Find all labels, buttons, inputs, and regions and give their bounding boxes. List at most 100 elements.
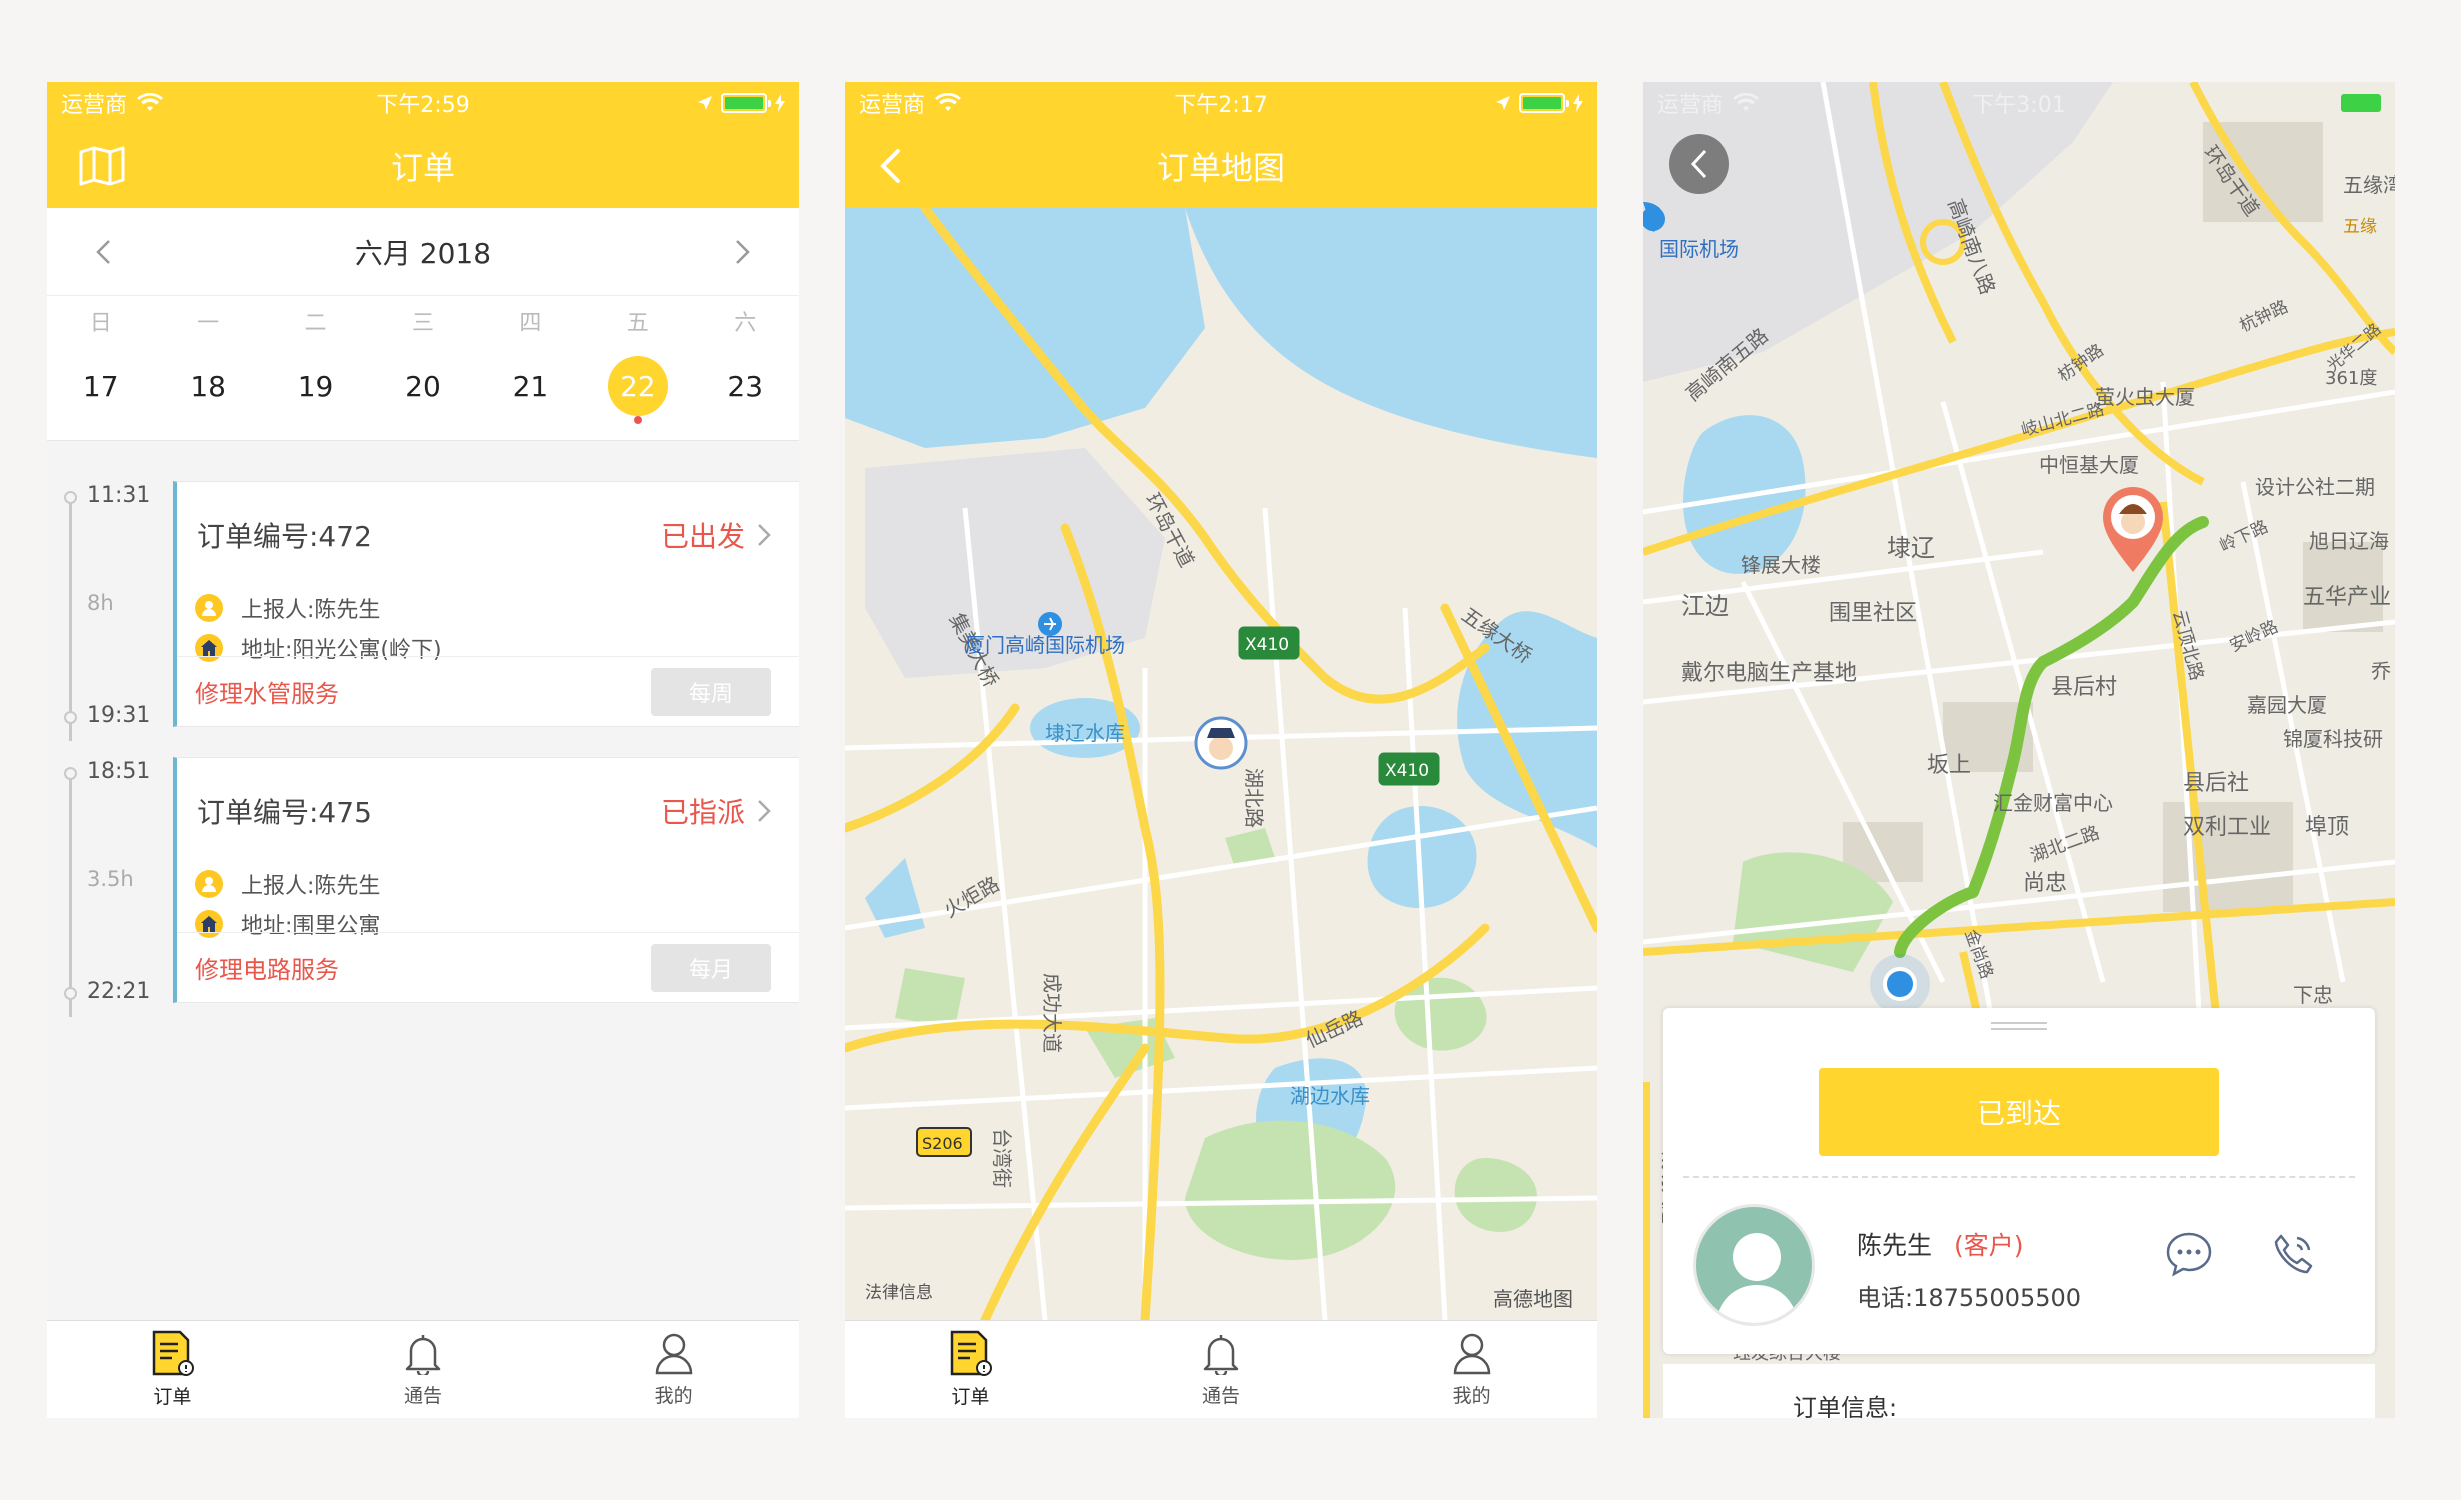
order-status: 已指派	[660, 796, 745, 829]
legal-link[interactable]: 法律信息	[865, 1283, 933, 1303]
tab-orders[interactable]: 订单	[47, 1321, 298, 1418]
role-text: (客户)	[1954, 1231, 2024, 1260]
wifi-icon	[137, 93, 164, 111]
carrier-label: 运营商	[1657, 93, 1724, 118]
chevron-left-icon	[880, 149, 900, 183]
sheet-grip-handle[interactable]	[1991, 1022, 2047, 1030]
phone-call-icon[interactable]	[2267, 1228, 2319, 1280]
weekday-label: 一	[197, 311, 220, 336]
tab-label: 通告	[404, 1385, 443, 1407]
map-label: 埭辽	[1887, 534, 1935, 562]
map-label: 嘉园大厦	[2247, 693, 2327, 717]
tab-bar: 订单 通告 我的	[47, 1320, 799, 1418]
map-label: 尚忠	[2023, 871, 2067, 896]
arrived-button[interactable]: 已到达	[1819, 1068, 2219, 1156]
timeline: 18:51 3.5h 22:21	[47, 757, 167, 1033]
tab-bar: 订单 通告 我的	[845, 1320, 1597, 1418]
tab-label: 订单	[951, 1386, 990, 1408]
tab-label: 通告	[1202, 1385, 1241, 1407]
map-label: 旭日辽海	[2309, 529, 2389, 553]
battery-icon	[1519, 93, 1569, 113]
weekday-label: 四	[519, 311, 542, 336]
map-label: 国际机场	[1659, 237, 1739, 261]
service-type: 修理电路服务	[195, 956, 339, 984]
order-card[interactable]: 订单编号:475 已指派 上报人:陈先生 地址:围里公寓 修理电路服务 每月	[173, 757, 799, 1003]
date-cell[interactable]: 17	[47, 370, 154, 403]
weekday-row: 日 一 二 三 四 五 六	[47, 296, 799, 346]
weekday-label: 三	[411, 311, 434, 336]
map-label: 厦门高崎国际机场	[965, 633, 1125, 657]
map-label: 锋展大楼	[1741, 553, 1821, 577]
end-time: 22:21	[87, 979, 151, 1004]
bell-icon	[405, 1335, 441, 1375]
map-view[interactable]: 集美大桥 环岛干道 五缘大桥 厦门高崎国际机场 埭辽水库 湖边水库 成功大道 仙…	[845, 208, 1597, 1320]
date-number: 18	[190, 369, 226, 403]
tab-notice[interactable]: 通告	[1096, 1321, 1347, 1418]
navigation-screen: 高崎南八路 环岛干道 五缘湾 国际机场 高崎南五路 杭钟路 枋钟路 萤火虫大厦 …	[1643, 82, 2395, 1418]
order-card[interactable]: 订单编号:472 已出发 上报人:陈先生 地址:阳光公寓(岭下) 修理水管服务 …	[173, 481, 799, 727]
order-info-row[interactable]: 订单信息:	[1663, 1364, 2375, 1418]
map-label: 萤火虫大厦	[2095, 385, 2195, 409]
map-label: 双利工业	[2183, 815, 2271, 840]
order-doc-icon	[153, 1330, 195, 1376]
date-number: 20	[405, 369, 441, 403]
calendar: 六月 2018 日 一 二 三 四 五 六 17 18 19 20 21 22 …	[47, 208, 799, 441]
next-month-button[interactable]	[723, 232, 763, 272]
back-button[interactable]	[865, 142, 915, 190]
tab-label: 我的	[1452, 1385, 1491, 1407]
frequency-badge: 每周	[651, 667, 771, 716]
order-info-label: 订单信息:	[1793, 1394, 1898, 1418]
status-bar: 运营商 下午2:59	[47, 82, 799, 124]
map-label: 县后村	[2051, 675, 2117, 700]
wifi-icon	[1733, 93, 1760, 111]
person-icon	[655, 1333, 692, 1375]
order-item: 11:31 8h 19:31 订单编号:472 已出发 上报人:陈先生 地址:阳…	[47, 481, 799, 757]
order-list: 11:31 8h 19:31 订单编号:472 已出发 上报人:陈先生 地址:阳…	[47, 441, 799, 1033]
frequency-badge: 每月	[651, 943, 771, 992]
order-status: 已出发	[660, 520, 745, 553]
date-cell[interactable]: 18	[154, 370, 261, 403]
order-number: 订单编号:475	[197, 796, 372, 829]
tab-notice[interactable]: 通告	[298, 1321, 549, 1418]
charging-icon	[1573, 94, 1583, 112]
prev-month-button[interactable]	[83, 232, 123, 272]
worker-marker[interactable]	[1194, 716, 1248, 770]
chevron-right-icon	[736, 239, 750, 264]
back-button[interactable]	[1669, 134, 1729, 194]
duration: 8h	[87, 591, 114, 615]
message-icon[interactable]	[2163, 1228, 2215, 1280]
battery-icon	[2341, 94, 2381, 112]
map-label: 县后社	[2183, 771, 2249, 796]
date-cell[interactable]: 23	[692, 370, 799, 403]
end-time: 19:31	[87, 703, 151, 728]
chevron-right-icon	[758, 800, 771, 822]
battery-icon	[721, 93, 771, 113]
map-label: 五缘	[2343, 217, 2377, 237]
map-label: 坂上	[1927, 753, 1971, 778]
tab-mine[interactable]: 我的	[1346, 1321, 1597, 1418]
nav-bar: 订单地图	[845, 124, 1597, 208]
map-icon[interactable]	[77, 142, 127, 190]
map-label: 设计公社二期	[2255, 475, 2375, 499]
nav-bar: 订单	[47, 124, 799, 208]
map-label: 围里社区	[1829, 601, 1917, 626]
date-number: 17	[82, 369, 119, 403]
tab-mine[interactable]: 我的	[548, 1321, 799, 1418]
status-bar: 运营商 下午2:17	[845, 82, 1597, 124]
location-arrow-icon	[698, 96, 712, 110]
order-number: 订单编号:472	[197, 520, 372, 553]
chevron-left-icon	[96, 239, 110, 264]
location-arrow-icon	[1496, 96, 1510, 110]
road-shield: X410	[1245, 635, 1289, 655]
map-label: 湖边水库	[1290, 1084, 1370, 1108]
map-label: 五缘湾	[2343, 173, 2395, 197]
tab-orders[interactable]: 订单	[845, 1321, 1096, 1418]
date-cell[interactable]: 19	[262, 370, 369, 403]
reporter: 上报人:陈先生	[241, 598, 381, 623]
date-cell-selected[interactable]: 22	[584, 356, 691, 424]
date-cell[interactable]: 21	[477, 370, 584, 403]
date-cell[interactable]: 20	[369, 370, 476, 403]
map-label: 成功大道	[1040, 973, 1064, 1053]
map-label: 埠顶	[2305, 815, 2349, 840]
date-number: 23	[727, 369, 764, 403]
